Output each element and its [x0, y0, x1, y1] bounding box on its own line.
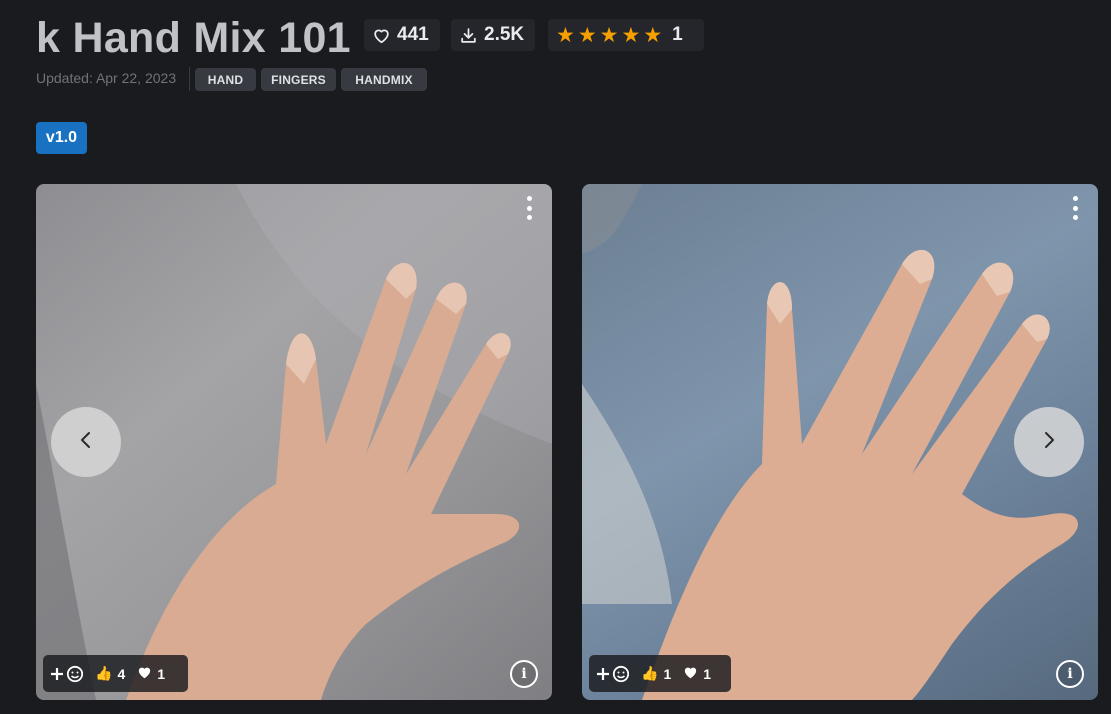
heart-icon — [137, 665, 152, 682]
info-icon[interactable]: i — [510, 660, 538, 688]
thumbs-up-icon: 👍 — [95, 665, 113, 681]
download-count-button[interactable]: 2.5K — [451, 19, 535, 51]
previous-image-button[interactable] — [51, 407, 121, 477]
rating-button[interactable]: ★ ★ ★ ★ ★ 1 — [548, 19, 704, 51]
star-icon: ★ — [556, 23, 575, 47]
more-options-icon[interactable] — [520, 194, 538, 222]
chevron-right-icon — [1041, 430, 1057, 455]
heart-reaction-count: 1 — [157, 665, 166, 682]
next-image-button[interactable] — [1014, 407, 1084, 477]
chevron-left-icon — [78, 430, 94, 455]
download-icon — [459, 26, 478, 45]
tag-handmix[interactable]: HANDMIX — [341, 68, 427, 91]
heart-reaction-count: 1 — [703, 665, 712, 682]
like-reaction[interactable]: 👍 1 — [641, 665, 671, 682]
heart-reaction[interactable]: 1 — [137, 665, 165, 682]
like-count-button[interactable]: 441 — [364, 19, 440, 51]
like-reaction[interactable]: 👍 4 — [95, 665, 125, 682]
reaction-bar: 👍 4 1 — [43, 655, 188, 692]
star-icon: ★ — [577, 23, 597, 47]
add-reaction-icon[interactable] — [597, 665, 629, 683]
thumbs-up-icon: 👍 — [641, 665, 659, 681]
star-icon: ★ — [599, 23, 619, 47]
like-reaction-count: 1 — [663, 665, 672, 682]
heart-icon — [683, 665, 698, 682]
tag-fingers[interactable]: FINGERS — [261, 68, 336, 91]
version-badge-v1[interactable]: v1.0 — [36, 122, 87, 154]
reaction-bar: 👍 1 1 — [589, 655, 731, 692]
add-reaction-icon[interactable] — [51, 665, 83, 683]
rating-count: 1 — [672, 24, 683, 45]
heart-outline-icon — [372, 26, 391, 45]
more-options-icon[interactable] — [1066, 194, 1084, 222]
like-reaction-count: 4 — [117, 665, 126, 682]
updated-date: Updated: Apr 22, 2023 — [36, 70, 177, 86]
star-icon: ★ — [621, 23, 641, 47]
star-icon: ★ — [643, 23, 663, 47]
info-icon[interactable]: i — [1056, 660, 1084, 688]
like-count: 441 — [397, 24, 429, 45]
divider — [189, 67, 190, 91]
tag-hand[interactable]: HAND — [195, 68, 256, 91]
model-title: k Hand Mix 101 — [36, 14, 351, 62]
heart-reaction[interactable]: 1 — [683, 665, 711, 682]
download-count: 2.5K — [484, 24, 525, 45]
